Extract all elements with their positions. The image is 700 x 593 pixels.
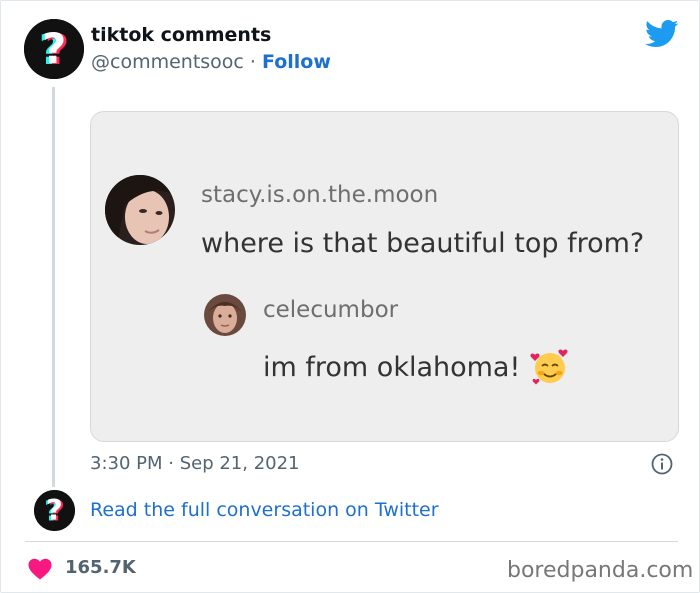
info-icon[interactable] <box>651 453 673 475</box>
commenter-username-1: stacy.is.on.the.moon <box>201 182 439 208</box>
svg-text:?: ? <box>46 493 63 527</box>
commenter-avatar-2 <box>204 294 246 336</box>
question-mark-icon: ? ? ? <box>34 490 75 531</box>
svg-text:?: ? <box>42 24 66 73</box>
like-count[interactable]: 165.7K <box>65 557 136 578</box>
comment-text-2: im from oklahoma! <box>263 351 521 383</box>
smiling-face-with-hearts-icon <box>530 349 568 385</box>
twitter-bird-icon[interactable] <box>645 19 679 49</box>
follow-button[interactable]: Follow <box>262 51 331 73</box>
author-handle-line: @commentsooc · Follow <box>91 51 331 73</box>
thread-connector-line <box>52 87 55 487</box>
comment-text-1: where is that beautiful top from? <box>201 228 645 259</box>
author-name[interactable]: tiktok comments <box>91 24 271 46</box>
heart-icon[interactable] <box>28 558 52 580</box>
profile-avatar[interactable]: ? ? ? <box>24 19 84 79</box>
handle-separator: · <box>249 51 256 73</box>
commenter-avatar-1 <box>105 175 175 245</box>
tweet-embed-card: ? ? ? tiktok comments @commentsooc · Fol… <box>0 0 700 593</box>
author-handle[interactable]: @commentsooc <box>91 51 244 73</box>
media-image[interactable]: stacy.is.on.the.moon where is that beaut… <box>90 111 679 442</box>
watermark: boredpanda.com <box>507 558 694 583</box>
read-full-conversation-link[interactable]: Read the full conversation on Twitter <box>90 499 439 521</box>
commenter-username-2: celecumbor <box>263 297 399 323</box>
comment-text-2-row: im from oklahoma! <box>263 347 570 387</box>
question-mark-icon: ? ? ? <box>24 19 84 79</box>
conversation-avatar[interactable]: ? ? ? <box>34 490 75 531</box>
divider <box>25 541 678 542</box>
tweet-timestamp[interactable]: 3:30 PM · Sep 21, 2021 <box>90 453 300 474</box>
